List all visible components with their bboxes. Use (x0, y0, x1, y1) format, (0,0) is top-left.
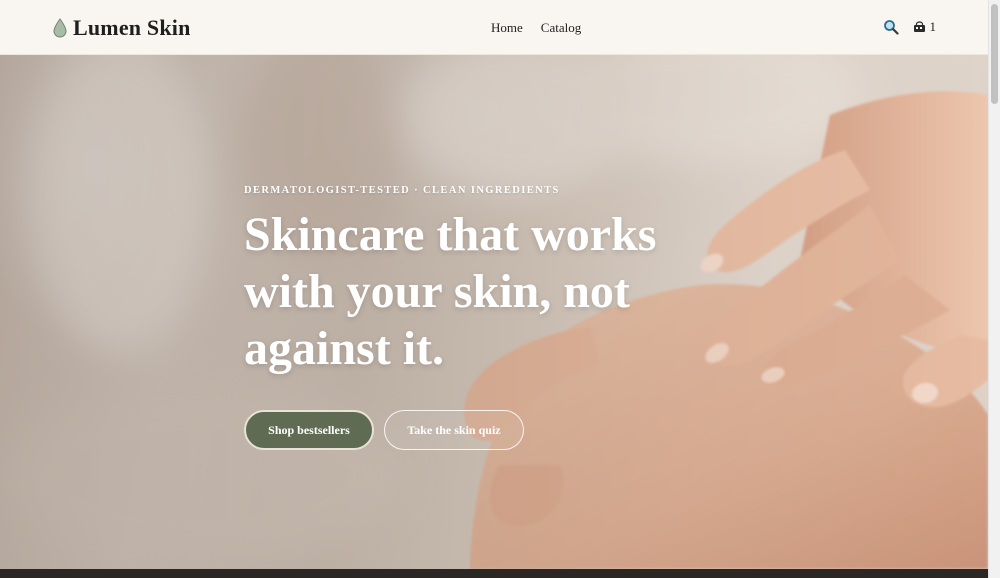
next-section-edge (0, 569, 988, 578)
hero-title-line: with your skin, not (244, 265, 630, 318)
nav-link-catalog[interactable]: Catalog (541, 20, 581, 36)
hero-content: DERMATOLOGIST-TESTED · CLEAN INGREDIENTS… (244, 185, 724, 377)
hero-title-line: against it. (244, 322, 445, 375)
scrollbar-thumb[interactable] (991, 4, 998, 104)
header-actions: 1 (883, 19, 937, 35)
water-drop-icon (53, 18, 67, 38)
brand-name: Lumen Skin (73, 15, 191, 40)
shopping-bag-icon (913, 21, 925, 32)
hero-title-line: Skincare that works (244, 208, 657, 261)
page-scrollbar[interactable] (988, 0, 1000, 578)
nav-link-home[interactable]: Home (491, 20, 523, 36)
search-icon[interactable] (883, 19, 899, 35)
cart-button[interactable]: 1 (913, 19, 937, 35)
main-nav: Home Catalog (491, 20, 581, 36)
cart-count: 1 (929, 19, 937, 34)
brand-logo[interactable]: Lumen Skin (53, 14, 191, 42)
skin-quiz-button[interactable]: Take the skin quiz (384, 410, 524, 450)
hero-cta-group: Shop bestsellers Take the skin quiz (244, 410, 524, 450)
hero-title: Skincare that works with your skin, not … (244, 206, 724, 377)
shop-bestsellers-button[interactable]: Shop bestsellers (244, 410, 374, 450)
site-header: Lumen Skin Home Catalog 1 (0, 0, 988, 55)
hero-section: DERMATOLOGIST-TESTED · CLEAN INGREDIENTS… (0, 55, 988, 569)
page: Lumen Skin Home Catalog 1 DERMATOLOGIST-… (0, 0, 1000, 578)
hero-eyebrow: DERMATOLOGIST-TESTED · CLEAN INGREDIENTS (244, 185, 560, 196)
